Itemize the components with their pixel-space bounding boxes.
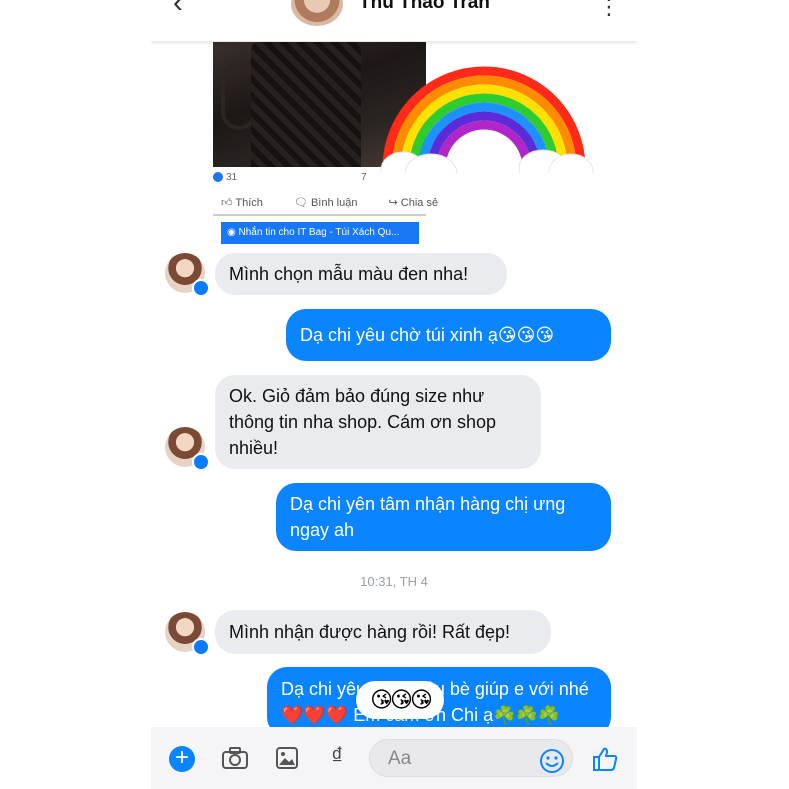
rainbow-sticker: [373, 66, 595, 193]
like-reaction-icon: [213, 172, 223, 183]
incoming-message[interactable]: Mình chọn mẫu màu đen nha!: [215, 253, 507, 295]
post-actions: 👍︎ Thích 🗨︎ Bình luận ↪ Chia sẻ: [221, 196, 466, 209]
secondary-count: 7: [361, 172, 367, 183]
emoji-icon[interactable]: [539, 748, 565, 774]
bag-photo: [251, 42, 361, 167]
outgoing-message[interactable]: Dạ chi yêu chờ túi xinh ạ😘😘😘: [286, 309, 611, 361]
like-action-label: Thích: [235, 197, 263, 209]
message-text: Dạ chi yên tâm nhận hàng chị ưng ngay ah: [290, 494, 566, 540]
comment-action-label: Bình luận: [310, 197, 358, 209]
cta-label: Nhắn tin cho IT Bag - Túi Xách Qu...: [238, 227, 400, 238]
message-timestamp: 10:31, TH 4: [360, 574, 428, 589]
more-options-icon[interactable]: ⋮: [598, 0, 620, 20]
kiss-emoji-sticker[interactable]: 😘😘😘: [356, 681, 444, 719]
gallery-icon[interactable]: [275, 746, 299, 770]
camera-icon[interactable]: [221, 746, 249, 770]
share-action[interactable]: ↪ Chia sẻ: [389, 197, 453, 209]
message-text: Dạ chi yêu chờ túi xinh ạ😘😘😘: [300, 325, 555, 345]
message-text: Ok. Giỏ đảm bảo đúng size như thông tin …: [229, 386, 496, 458]
contact-avatar[interactable]: [291, 0, 343, 26]
like-count: 31: [226, 172, 238, 183]
outgoing-message[interactable]: Dạ chi yên tâm nhận hàng chị ưng ngay ah: [276, 483, 611, 551]
message-text: Mình nhận được hàng rồi! Rất đẹp!: [229, 622, 511, 642]
back-arrow-icon[interactable]: ‹: [173, 0, 183, 20]
contact-name[interactable]: Thu Thảo Trần: [359, 0, 490, 14]
thumbs-up-icon[interactable]: [591, 745, 619, 773]
message-page-button[interactable]: ◉ Nhắn tin cho IT Bag - Túi Xách Qu...: [221, 222, 419, 244]
composer-bar: + ₫ Aa: [151, 727, 637, 789]
incoming-message[interactable]: Ok. Giỏ đảm bảo đúng size như thông tin …: [215, 375, 541, 469]
share-action-label: Chia sẻ: [400, 197, 439, 209]
post-divider: [213, 214, 426, 216]
messenger-icon: ◉: [227, 227, 239, 238]
messenger-badge-icon: [192, 453, 210, 471]
messenger-badge-icon: [192, 279, 210, 297]
plus-icon[interactable]: +: [169, 746, 195, 772]
chat-screen: ‹ Thu Thảo Trần ⋮ 31 7 👍︎ Thích 🗨︎ Bình …: [151, 0, 637, 789]
like-action[interactable]: 👍︎ Thích: [221, 197, 277, 209]
incoming-message[interactable]: Mình nhận được hàng rồi! Rất đẹp!: [215, 610, 551, 654]
payment-icon[interactable]: ₫: [331, 743, 343, 771]
message-text: Mình chọn mẫu màu đen nha!: [229, 264, 469, 284]
comment-action[interactable]: 🗨︎ Bình luận: [294, 197, 372, 209]
messenger-badge-icon: [192, 638, 210, 656]
chat-header: ‹ Thu Thảo Trần ⋮: [151, 0, 637, 41]
